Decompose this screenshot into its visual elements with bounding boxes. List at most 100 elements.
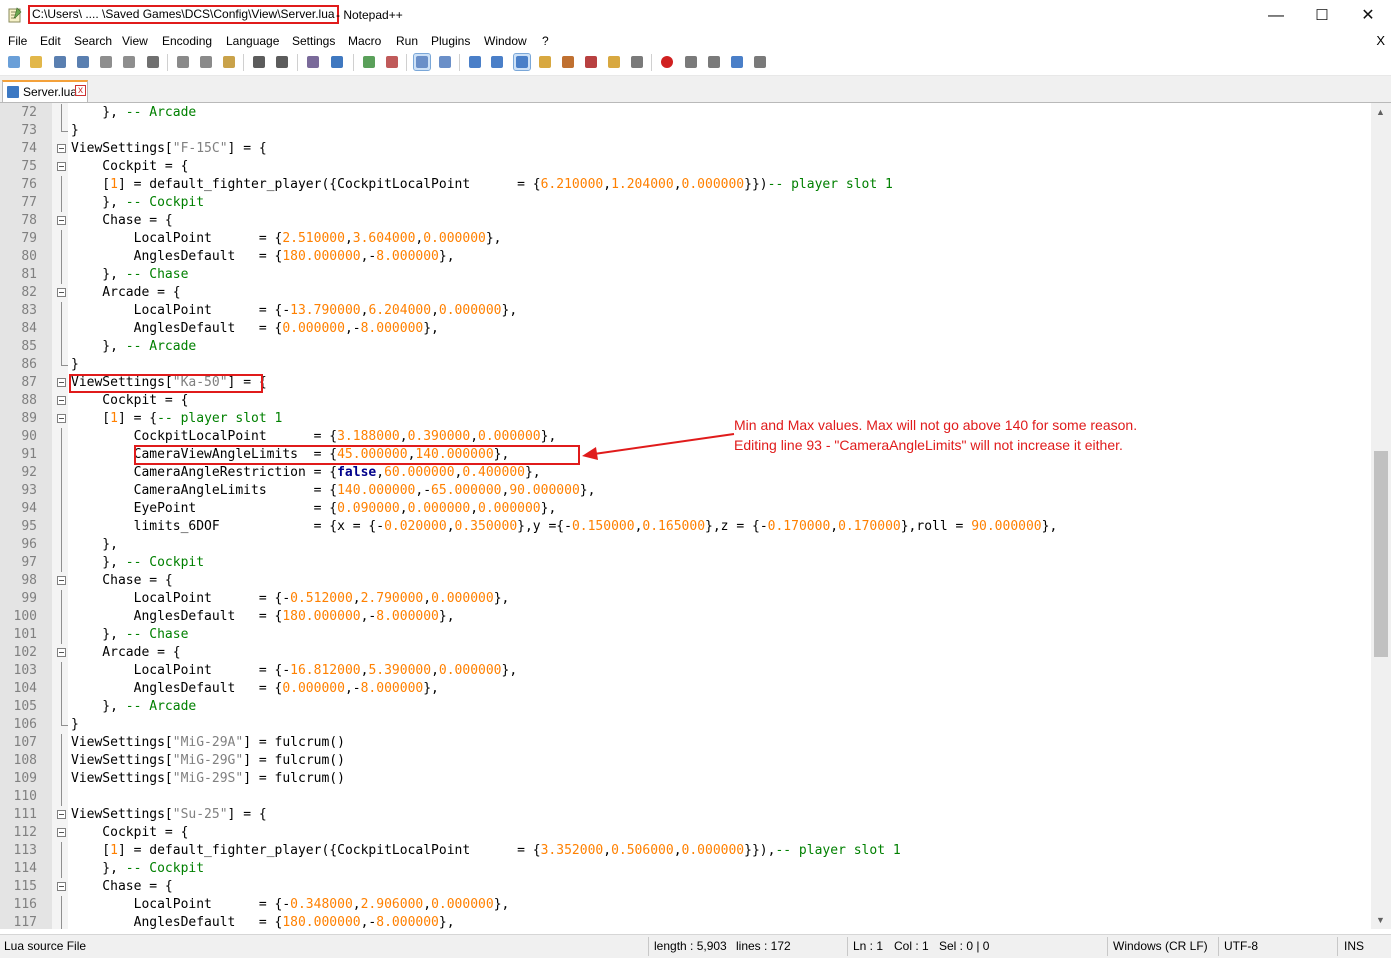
macro-save-icon[interactable] xyxy=(752,54,768,70)
macro-record-icon[interactable] xyxy=(659,54,675,70)
menu-language[interactable]: Language xyxy=(226,34,279,48)
code-line[interactable]: 97 }, -- Cockpit xyxy=(0,554,1371,572)
status-eol[interactable]: Windows (CR LF) xyxy=(1113,939,1208,953)
code-line[interactable]: 100 AnglesDefault = {180.000000,-8.00000… xyxy=(0,608,1371,626)
close-document-button[interactable]: X xyxy=(1376,33,1385,48)
word-wrap-icon[interactable] xyxy=(467,54,483,70)
copy-icon[interactable] xyxy=(198,54,214,70)
print-icon[interactable] xyxy=(145,54,161,70)
code-line[interactable]: 114 }, -- Cockpit xyxy=(0,860,1371,878)
code-line[interactable]: 112 Cockpit = { xyxy=(0,824,1371,842)
save-icon[interactable] xyxy=(52,54,68,70)
close-all-icon[interactable] xyxy=(121,54,137,70)
code-line[interactable]: 82 Arcade = { xyxy=(0,284,1371,302)
macro-run-multiple-icon[interactable] xyxy=(729,54,745,70)
fold-toggle-icon[interactable] xyxy=(57,144,66,153)
code-line[interactable]: 101 }, -- Chase xyxy=(0,626,1371,644)
fold-toggle-icon[interactable] xyxy=(57,414,66,423)
code-line[interactable]: 93 CameraAngleLimits = {140.000000,-65.0… xyxy=(0,482,1371,500)
code-line[interactable]: 79 LocalPoint = {2.510000,3.604000,0.000… xyxy=(0,230,1371,248)
code-line[interactable]: 113 [1] = default_fighter_player({Cockpi… xyxy=(0,842,1371,860)
code-line[interactable]: 88 Cockpit = { xyxy=(0,392,1371,410)
status-mode[interactable]: INS xyxy=(1344,939,1364,953)
fold-toggle-icon[interactable] xyxy=(57,396,66,405)
replace-icon[interactable] xyxy=(329,54,345,70)
code-line[interactable]: 95 limits_6DOF = {x = {-0.020000,0.35000… xyxy=(0,518,1371,536)
code-line[interactable]: 76 [1] = default_fighter_player({Cockpit… xyxy=(0,176,1371,194)
code-line[interactable]: 72 }, -- Arcade xyxy=(0,104,1371,122)
code-line[interactable]: 96 }, xyxy=(0,536,1371,554)
sync-vertical-icon[interactable] xyxy=(413,53,431,71)
cut-icon[interactable] xyxy=(175,54,191,70)
macro-stop-icon[interactable] xyxy=(683,54,699,70)
code-line[interactable]: 103 LocalPoint = {-16.812000,5.390000,0.… xyxy=(0,662,1371,680)
menu-plugins[interactable]: Plugins xyxy=(431,34,470,48)
code-line[interactable]: 75 Cockpit = { xyxy=(0,158,1371,176)
sync-horizontal-icon[interactable] xyxy=(437,54,453,70)
code-line[interactable]: 104 AnglesDefault = {0.000000,-8.000000}… xyxy=(0,680,1371,698)
function-list-icon[interactable] xyxy=(583,54,599,70)
fold-toggle-icon[interactable] xyxy=(57,648,66,657)
status-encoding[interactable]: UTF-8 xyxy=(1224,939,1258,953)
scroll-up-icon[interactable]: ▲ xyxy=(1376,107,1385,117)
fold-toggle-icon[interactable] xyxy=(57,828,66,837)
macro-play-icon[interactable] xyxy=(706,54,722,70)
code-line[interactable]: 78 Chase = { xyxy=(0,212,1371,230)
tab-close-icon[interactable]: x xyxy=(75,85,86,96)
code-line[interactable]: 81 }, -- Chase xyxy=(0,266,1371,284)
zoom-out-icon[interactable] xyxy=(384,54,400,70)
code-line[interactable]: 80 AnglesDefault = {180.000000,-8.000000… xyxy=(0,248,1371,266)
menu-help[interactable]: ? xyxy=(542,34,549,48)
code-line[interactable]: 115 Chase = { xyxy=(0,878,1371,896)
fold-toggle-icon[interactable] xyxy=(57,576,66,585)
code-line[interactable]: 117 AnglesDefault = {180.000000,-8.00000… xyxy=(0,914,1371,929)
code-line[interactable]: 84 AnglesDefault = {0.000000,-8.000000}, xyxy=(0,320,1371,338)
fold-toggle-icon[interactable] xyxy=(57,378,66,387)
paste-icon[interactable] xyxy=(221,54,237,70)
code-line[interactable]: 107 ViewSettings["MiG-29A"] = fulcrum() xyxy=(0,734,1371,752)
fold-toggle-icon[interactable] xyxy=(57,288,66,297)
doc-map-icon[interactable] xyxy=(560,54,576,70)
vertical-scrollbar[interactable]: ▲ ▼ xyxy=(1371,103,1391,929)
code-line[interactable]: 99 LocalPoint = {-0.512000,2.790000,0.00… xyxy=(0,590,1371,608)
fold-toggle-icon[interactable] xyxy=(57,162,66,171)
menu-edit[interactable]: Edit xyxy=(40,34,61,48)
code-line[interactable]: 105 }, -- Arcade xyxy=(0,698,1371,716)
scroll-thumb[interactable] xyxy=(1374,451,1388,657)
monitor-icon[interactable] xyxy=(629,54,645,70)
code-line[interactable]: 109 ViewSettings["MiG-29S"] = fulcrum() xyxy=(0,770,1371,788)
maximize-button[interactable]: ☐ xyxy=(1299,0,1345,31)
zoom-in-icon[interactable] xyxy=(361,54,377,70)
code-line[interactable]: 108 ViewSettings["MiG-29G"] = fulcrum() xyxy=(0,752,1371,770)
minimize-button[interactable]: — xyxy=(1253,0,1299,31)
indent-guide-icon[interactable] xyxy=(513,53,531,71)
code-line[interactable]: 106} xyxy=(0,716,1371,734)
menu-file[interactable]: File xyxy=(8,34,27,48)
menu-search[interactable]: Search xyxy=(74,34,112,48)
find-icon[interactable] xyxy=(305,54,321,70)
code-line[interactable]: 116 LocalPoint = {-0.348000,2.906000,0.0… xyxy=(0,896,1371,914)
udl-icon[interactable] xyxy=(537,54,553,70)
menu-encoding[interactable]: Encoding xyxy=(162,34,212,48)
tab-server-lua[interactable]: Server.lua x xyxy=(2,80,88,102)
code-line[interactable]: 83 LocalPoint = {-13.790000,6.204000,0.0… xyxy=(0,302,1371,320)
menu-macro[interactable]: Macro xyxy=(348,34,381,48)
fold-toggle-icon[interactable] xyxy=(57,882,66,891)
menu-view[interactable]: View xyxy=(122,34,148,48)
close-button[interactable]: ✕ xyxy=(1345,0,1391,31)
undo-icon[interactable] xyxy=(251,54,267,70)
code-line[interactable]: 110 xyxy=(0,788,1371,806)
code-editor[interactable]: 72 }, -- Arcade 73} 74 ViewSettings["F-15C"… xyxy=(0,103,1371,929)
menu-run[interactable]: Run xyxy=(396,34,418,48)
code-line[interactable]: 74 ViewSettings["F-15C"] = { xyxy=(0,140,1371,158)
folder-workspace-icon[interactable] xyxy=(606,54,622,70)
fold-toggle-icon[interactable] xyxy=(57,216,66,225)
code-line[interactable]: 86} xyxy=(0,356,1371,374)
code-line[interactable]: 85 }, -- Arcade xyxy=(0,338,1371,356)
scroll-down-icon[interactable]: ▼ xyxy=(1376,915,1385,925)
redo-icon[interactable] xyxy=(274,54,290,70)
save-all-icon[interactable] xyxy=(75,54,91,70)
code-line[interactable]: 98 Chase = { xyxy=(0,572,1371,590)
fold-toggle-icon[interactable] xyxy=(57,810,66,819)
open-file-icon[interactable] xyxy=(28,54,44,70)
